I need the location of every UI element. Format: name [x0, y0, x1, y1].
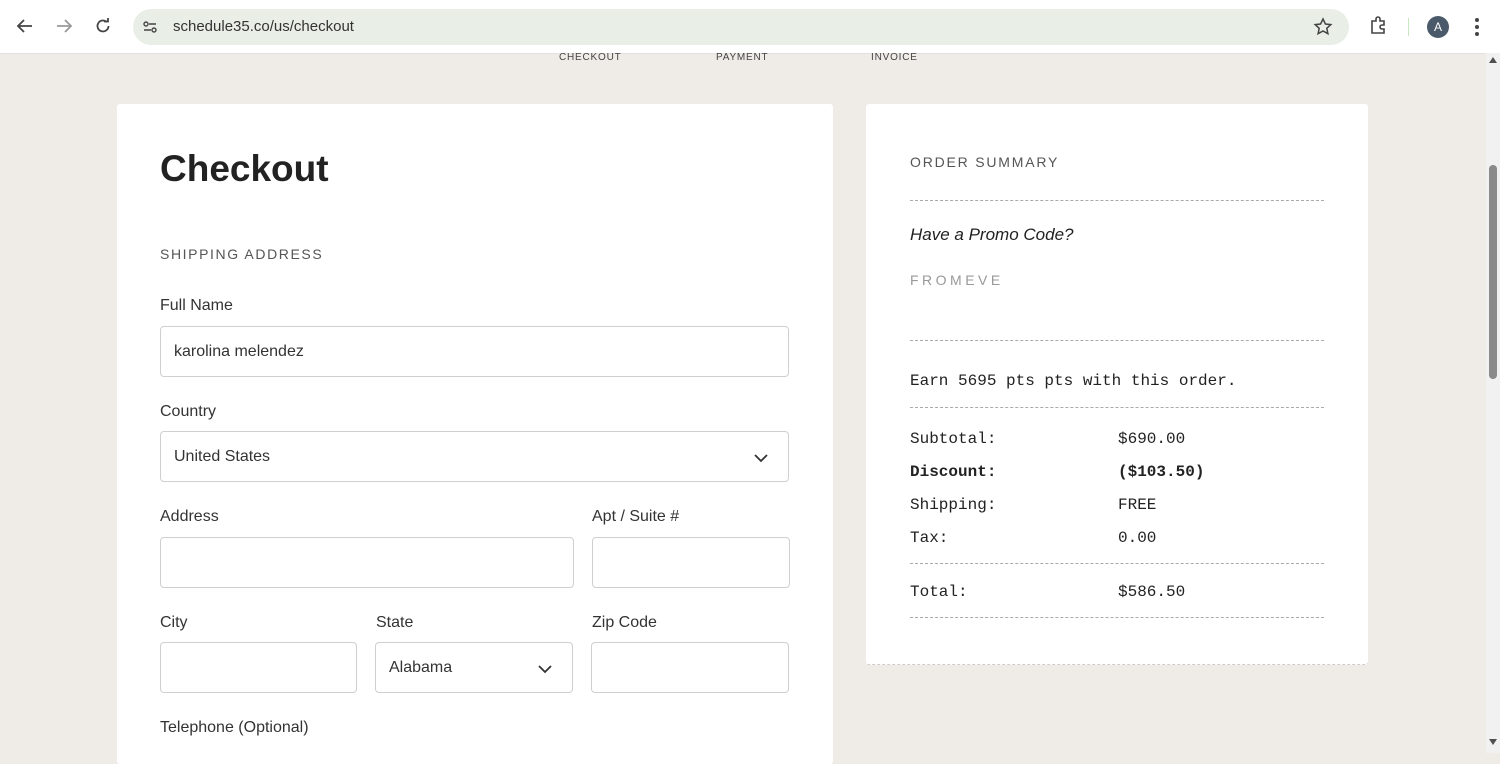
step-invoice: INVOICE [871, 52, 918, 63]
order-summary-heading: ORDER SUMMARY [910, 154, 1060, 170]
extensions-icon[interactable] [1368, 15, 1390, 37]
chevron-down-icon [538, 665, 552, 674]
country-selected-value: United States [174, 447, 271, 465]
zip-code-label: Zip Code [592, 614, 657, 631]
profile-avatar[interactable]: A [1427, 16, 1449, 38]
browser-toolbar: schedule35.co/us/checkout A [0, 0, 1500, 54]
address-bar[interactable]: schedule35.co/us/checkout [133, 9, 1349, 45]
order-summary-card: ORDER SUMMARY Have a Promo Code? FROMEVE… [866, 104, 1368, 665]
page-title: Checkout [160, 148, 329, 189]
discount-label: Discount: [910, 463, 997, 481]
shipping-label: Shipping: [910, 496, 997, 514]
scroll-up-arrow-icon[interactable] [1489, 57, 1497, 63]
promo-code-toggle[interactable]: Have a Promo Code? [910, 225, 1073, 245]
shipping-address-heading: SHIPPING ADDRESS [160, 246, 324, 262]
country-select[interactable]: United States [160, 431, 789, 482]
address-input[interactable] [160, 537, 574, 588]
divider [910, 563, 1324, 564]
scrollbar-thumb[interactable] [1489, 165, 1497, 379]
apt-suite-input[interactable] [592, 537, 790, 588]
divider [910, 200, 1324, 201]
state-select[interactable]: Alabama [375, 642, 573, 693]
subtotal-label: Subtotal: [910, 430, 997, 448]
address-label: Address [160, 508, 219, 525]
tax-label: Tax: [910, 529, 949, 547]
bookmark-star-icon[interactable] [1313, 17, 1333, 37]
tax-value: 0.00 [1118, 529, 1157, 547]
total-label: Total: [910, 583, 968, 601]
divider [910, 407, 1324, 408]
telephone-label: Telephone (Optional) [160, 719, 309, 736]
apt-suite-label: Apt / Suite # [592, 508, 680, 525]
forward-arrow-icon[interactable] [52, 14, 76, 38]
scrollbar-track[interactable] [1486, 53, 1500, 753]
reload-icon[interactable] [91, 14, 115, 38]
more-menu-icon[interactable] [1468, 15, 1486, 39]
site-info-icon[interactable] [141, 18, 159, 36]
total-value: $586.50 [1118, 583, 1186, 601]
country-label: Country [160, 403, 217, 420]
back-arrow-icon[interactable] [13, 14, 37, 38]
chevron-down-icon [754, 454, 768, 463]
step-checkout: CHECKOUT [559, 52, 622, 63]
shipping-value: FREE [1118, 496, 1157, 514]
zip-code-input[interactable] [591, 642, 789, 693]
city-label: City [160, 614, 188, 631]
scroll-down-arrow-icon[interactable] [1489, 739, 1497, 745]
city-input[interactable] [160, 642, 357, 693]
state-selected-value: Alabama [389, 658, 453, 676]
toolbar-divider [1408, 18, 1409, 36]
url-text[interactable]: schedule35.co/us/checkout [173, 18, 354, 35]
step-payment: PAYMENT [716, 52, 769, 63]
earn-points-text: Earn 5695 pts pts with this order. [910, 372, 1237, 390]
discount-value: ($103.50) [1118, 463, 1205, 481]
subtotal-value: $690.00 [1118, 430, 1186, 448]
checkout-card: Checkout SHIPPING ADDRESS Full Name karo… [117, 104, 833, 764]
divider [910, 617, 1324, 618]
divider [910, 340, 1324, 341]
full-name-label: Full Name [160, 297, 233, 314]
promo-code-value: FROMEVE [910, 272, 1004, 288]
state-label: State [376, 614, 414, 631]
full-name-input[interactable]: karolina melendez [160, 326, 789, 377]
